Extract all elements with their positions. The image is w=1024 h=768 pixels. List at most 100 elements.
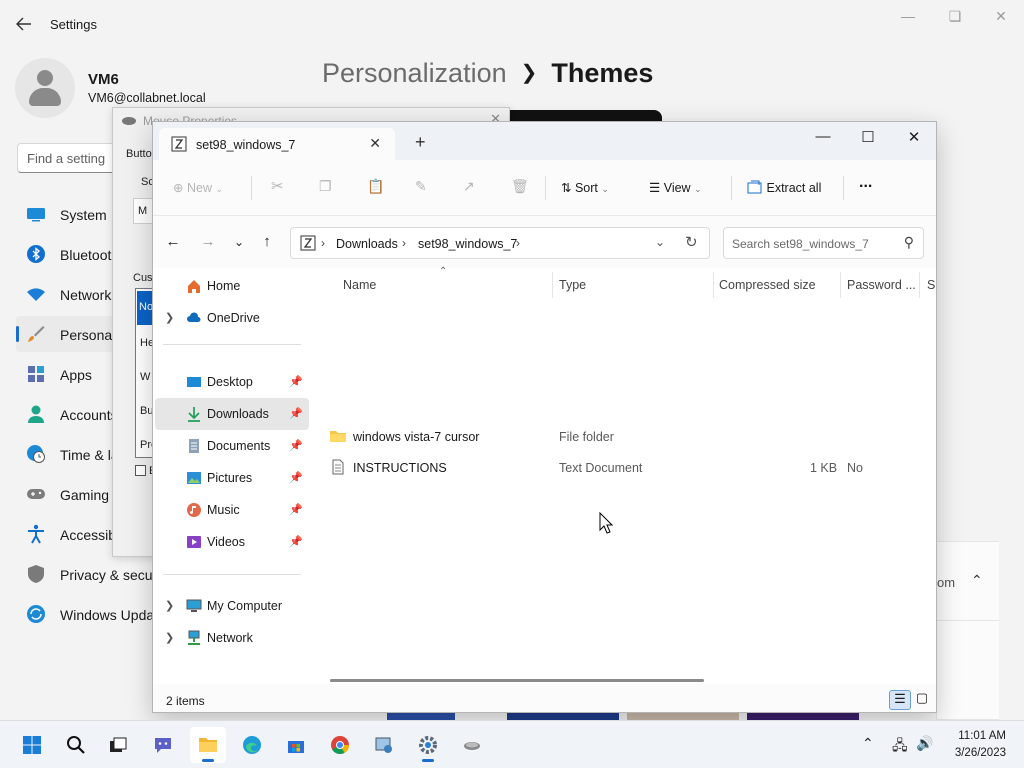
- pin-icon[interactable]: 📌: [289, 407, 303, 420]
- chevron-up-icon[interactable]: ⌃: [971, 572, 983, 589]
- settings-card[interactable]: om ⌃: [936, 541, 999, 621]
- close-icon[interactable]: ✕: [899, 128, 929, 150]
- theme-thumbnail[interactable]: [387, 712, 455, 720]
- table-row[interactable]: INSTRUCTIONS Text Document 1 KB No: [323, 452, 936, 482]
- task-view-button[interactable]: [100, 727, 136, 763]
- start-button[interactable]: [14, 727, 50, 763]
- settings-titlebar: Settings — ❏ ✕: [0, 0, 1024, 48]
- chevron-right-icon[interactable]: ❯: [165, 599, 174, 612]
- column-header-password[interactable]: Password ...: [847, 278, 916, 292]
- maximize-icon[interactable]: ❏: [940, 8, 970, 28]
- pin-icon[interactable]: 📌: [289, 375, 303, 388]
- copy-icon[interactable]: ❐: [319, 178, 332, 195]
- tab-buttons[interactable]: Butto: [126, 148, 152, 160]
- theme-thumbnail[interactable]: [627, 712, 739, 720]
- nav-item-desktop[interactable]: Desktop 📌: [155, 366, 309, 398]
- column-header-compressed-size[interactable]: Compressed size: [719, 278, 816, 292]
- nav-item-music[interactable]: Music 📌: [155, 494, 309, 526]
- rename-icon[interactable]: ✎: [415, 178, 427, 195]
- time: 11:01 AM: [958, 730, 1006, 742]
- chevron-right-icon[interactable]: ❯: [165, 631, 174, 644]
- nav-item-onedrive[interactable]: ❯ OneDrive: [155, 302, 309, 334]
- search-input[interactable]: Search set98_windows_7 ⚲: [723, 227, 924, 259]
- pin-icon[interactable]: 📌: [289, 439, 303, 452]
- edge-button[interactable]: [234, 727, 270, 763]
- address-crumb-folder[interactable]: set98_windows_7: [418, 237, 517, 251]
- nav-item-network[interactable]: ❯ Network: [155, 622, 309, 654]
- new-button[interactable]: ⊕ New ⌄: [173, 180, 223, 195]
- column-header-type[interactable]: Type: [559, 278, 586, 292]
- tab-title: set98_windows_7: [196, 138, 296, 152]
- chevron-down-icon[interactable]: ⌄: [655, 235, 665, 249]
- back-arrow-icon[interactable]: [14, 14, 34, 34]
- back-arrow-icon[interactable]: ←: [163, 233, 183, 250]
- chevron-up-icon[interactable]: ⌃: [862, 735, 874, 752]
- minimize-icon[interactable]: —: [808, 128, 838, 150]
- nav-item-documents[interactable]: Documents 📌: [155, 430, 309, 462]
- address-bar[interactable]: › Downloads › set98_windows_7 › ⌄ ↻: [290, 227, 710, 259]
- control-panel-button[interactable]: [366, 727, 402, 763]
- forward-arrow-icon[interactable]: →: [198, 233, 218, 250]
- file-list: ⌃ Name Type Compressed size Password ...…: [313, 266, 936, 680]
- store-button[interactable]: [278, 727, 314, 763]
- nav-item-pictures[interactable]: Pictures 📌: [155, 462, 309, 494]
- avatar[interactable]: [15, 58, 75, 118]
- shield-icon: [28, 565, 44, 583]
- gamepad-icon: [27, 489, 45, 499]
- close-tab-icon[interactable]: ✕: [369, 135, 381, 152]
- explorer-tab[interactable]: set98_windows_7 ✕: [159, 128, 395, 160]
- column-divider[interactable]: [919, 272, 920, 298]
- column-header-name[interactable]: Name: [343, 278, 376, 292]
- nav-item-videos[interactable]: Videos 📌: [155, 526, 309, 558]
- volume-icon[interactable]: 🔊: [916, 735, 933, 752]
- breadcrumb-parent[interactable]: Personalization: [322, 58, 507, 88]
- column-divider[interactable]: [840, 272, 841, 298]
- chat-button[interactable]: [145, 727, 181, 763]
- tiles-view-icon[interactable]: ▢: [911, 690, 933, 710]
- view-button[interactable]: ☰ View ⌄: [649, 180, 702, 195]
- maximize-icon[interactable]: ☐: [853, 128, 883, 150]
- nav-item-my-computer[interactable]: ❯ My Computer: [155, 590, 309, 622]
- search-button[interactable]: [58, 727, 94, 763]
- theme-thumbnail[interactable]: [507, 712, 619, 720]
- delete-icon[interactable]: 🗑: [511, 178, 529, 195]
- paste-icon[interactable]: 📋: [367, 178, 384, 195]
- network-status-icon[interactable]: 🖧: [892, 735, 908, 759]
- pin-icon[interactable]: 📌: [289, 503, 303, 516]
- address-crumb-downloads[interactable]: Downloads: [336, 237, 398, 251]
- column-divider[interactable]: [713, 272, 714, 298]
- share-icon[interactable]: ↗: [463, 178, 475, 195]
- extract-all-button[interactable]: Extract all: [747, 180, 821, 195]
- file-explorer-taskbar-button[interactable]: [190, 727, 226, 763]
- nav-item-downloads[interactable]: Downloads 📌: [155, 398, 309, 430]
- pin-icon[interactable]: 📌: [289, 471, 303, 484]
- column-header-size[interactable]: Si: [927, 278, 936, 292]
- new-tab-button[interactable]: +: [415, 132, 426, 153]
- minimize-icon[interactable]: —: [893, 8, 923, 28]
- list-item[interactable]: W: [140, 371, 150, 383]
- settings-taskbar-button[interactable]: [410, 727, 446, 763]
- mouse-properties-taskbar-button[interactable]: [454, 727, 490, 763]
- clock[interactable]: 11:01 AM 3/26/2023: [955, 728, 1006, 762]
- more-options-icon[interactable]: ...: [859, 174, 872, 192]
- sort-icon: ⇅: [561, 181, 572, 195]
- recent-locations-icon[interactable]: ⌄: [229, 235, 249, 249]
- cut-icon[interactable]: ✂: [271, 177, 284, 195]
- pin-icon[interactable]: 📌: [289, 535, 303, 548]
- theme-thumbnail[interactable]: [747, 712, 859, 720]
- accessibility-icon: [28, 524, 44, 544]
- active-indicator: [202, 759, 214, 762]
- enable-shadow-checkbox[interactable]: [135, 465, 146, 476]
- details-view-icon[interactable]: ☰: [889, 690, 911, 710]
- chat-icon: [155, 738, 171, 753]
- table-row[interactable]: windows vista-7 cursor File folder: [323, 421, 936, 451]
- chrome-button[interactable]: [322, 727, 358, 763]
- close-icon[interactable]: ✕: [986, 8, 1016, 28]
- sort-button[interactable]: ⇅ Sort ⌄: [561, 180, 609, 195]
- column-divider[interactable]: [552, 272, 553, 298]
- up-arrow-icon[interactable]: ↑: [257, 233, 277, 250]
- nav-item-home[interactable]: Home: [155, 270, 309, 302]
- horizontal-scrollbar[interactable]: [330, 679, 704, 682]
- chevron-right-icon[interactable]: ❯: [165, 311, 174, 324]
- refresh-icon[interactable]: ↻: [685, 233, 698, 251]
